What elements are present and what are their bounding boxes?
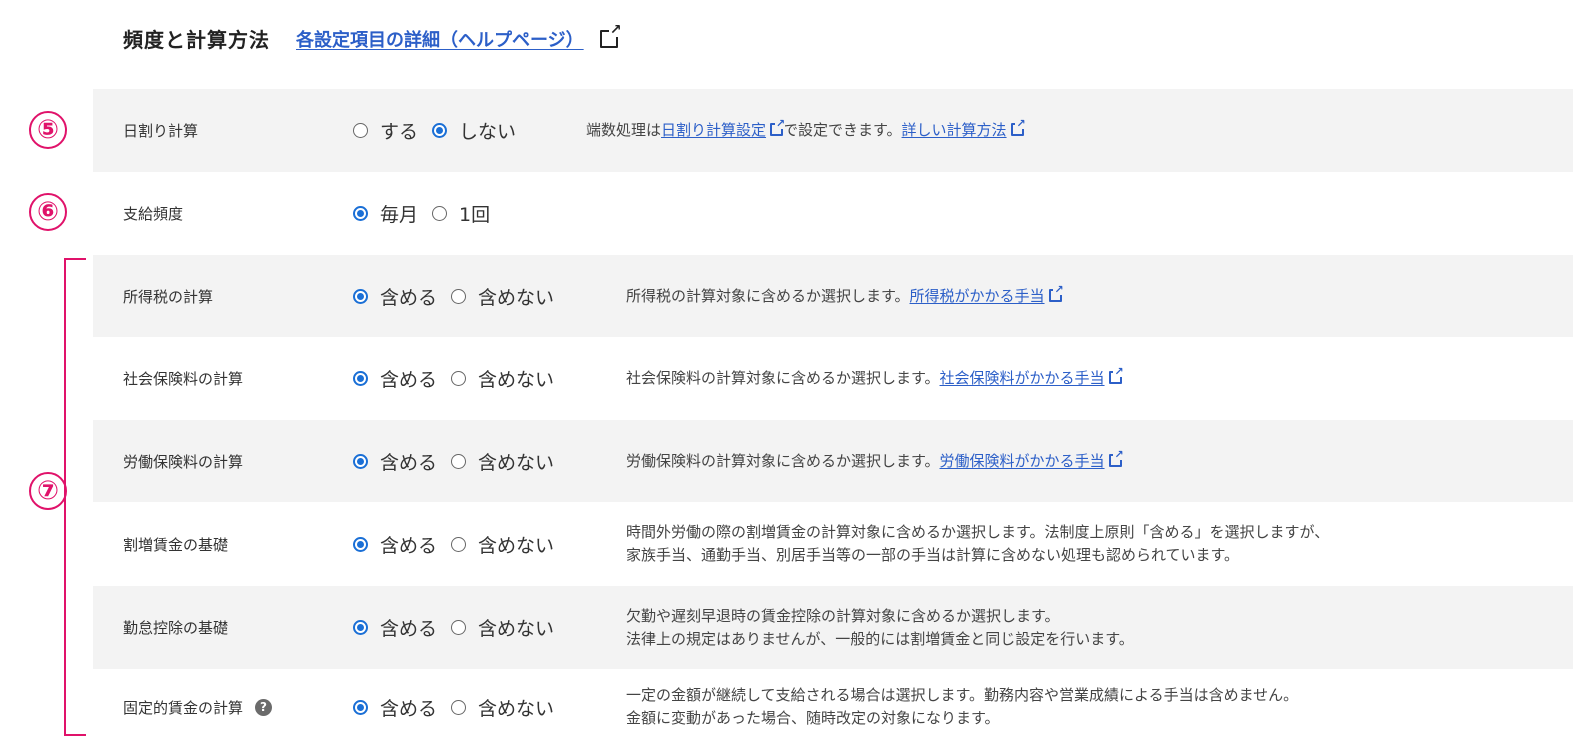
radio-option-include[interactable]: 含める [353, 531, 437, 558]
radio-button[interactable] [451, 620, 467, 635]
radio-button-selected[interactable] [353, 620, 368, 635]
row-description: 一定の金額が継続して支給される場合は選択します。勤務内容や営業成績による手当は含… [626, 686, 1299, 727]
setting-row-social-insurance: 社会保険料の計算 含める 含めない 社会保険料の計算対象に含めるか選択します。社… [93, 337, 1573, 420]
setting-row-payment-frequency: 支給頻度 毎月 1回 [93, 172, 1573, 255]
radio-option-monthly[interactable]: 毎月 [353, 200, 418, 227]
radio-button[interactable] [451, 453, 467, 469]
radio-option-include[interactable]: 含める [353, 365, 437, 392]
section-header: 頻度と計算方法 各設定項目の詳細（ヘルプページ） [123, 22, 622, 53]
row-label: 固定的賃金の計算? [123, 697, 273, 718]
radio-option-exclude[interactable]: 含めない [451, 365, 554, 392]
calculation-method-link[interactable]: 詳しい計算方法 [902, 121, 1007, 139]
external-link-icon[interactable] [1108, 448, 1124, 467]
radio-button-selected[interactable] [353, 453, 368, 469]
radio-button[interactable] [451, 288, 467, 304]
income-tax-allowance-link[interactable]: 所得税がかかる手当 [910, 287, 1045, 305]
setting-row-fixed-wage: 固定的賃金の計算? 含める 含めない 一定の金額が継続して支給される場合は選択し… [93, 669, 1573, 745]
radio-option-exclude[interactable]: 含めない [451, 531, 554, 558]
section-title: 頻度と計算方法 [123, 28, 270, 52]
radio-button[interactable] [451, 371, 467, 386]
external-link-icon[interactable] [1048, 283, 1064, 302]
row-description: 労働保険料の計算対象に含めるか選択します。労働保険料がかかる手当 [626, 448, 1124, 473]
social-insurance-allowance-link[interactable]: 社会保険料がかかる手当 [940, 369, 1105, 387]
labor-insurance-allowance-link[interactable]: 労働保険料がかかる手当 [940, 452, 1105, 470]
radio-option-include[interactable]: 含める [353, 694, 437, 721]
setting-row-income-tax: 所得税の計算 含める 含めない 所得税の計算対象に含めるか選択します。所得税がか… [93, 255, 1573, 337]
setting-row-daily-proration: 日割り計算 する しない 端数処理は日割り計算設定で設定できます。詳しい計算方法 [93, 89, 1573, 172]
setting-row-overtime-base: 割増賃金の基礎 含める 含めない 時間外労働の際の割増賃金の計算対象に含めるか選… [93, 502, 1573, 586]
radio-button-selected[interactable] [353, 206, 368, 221]
row-label: 社会保険料の計算 [123, 370, 244, 388]
setting-row-labor-insurance: 労働保険料の計算 含める 含めない 労働保険料の計算対象に含めるか選択します。労… [93, 420, 1573, 502]
daily-proration-settings-link[interactable]: 日割り計算設定 [661, 121, 766, 139]
row-description: 社会保険料の計算対象に含めるか選択します。社会保険料がかかる手当 [626, 366, 1124, 390]
radio-group: する しない [353, 117, 530, 144]
row-label: 所得税の計算 [123, 287, 214, 306]
annotation-bracket [64, 258, 86, 736]
radio-option-include[interactable]: 含める [353, 448, 437, 475]
external-link-icon[interactable] [1010, 118, 1026, 136]
radio-button-selected[interactable] [353, 288, 368, 304]
radio-button[interactable] [353, 123, 368, 138]
row-label: 支給頻度 [123, 205, 184, 223]
radio-group: 含める 含めない [353, 365, 568, 392]
row-label: 日割り計算 [123, 122, 199, 140]
annotation-badge-7: ⑦ [29, 472, 67, 510]
external-link-icon[interactable] [599, 22, 622, 48]
radio-group: 含める 含めない [353, 448, 568, 475]
help-page-link[interactable]: 各設定項目の詳細（ヘルプページ） [296, 26, 584, 52]
radio-option-exclude[interactable]: 含めない [451, 694, 554, 721]
row-label: 労働保険料の計算 [123, 452, 244, 471]
row-description: 欠勤や遅刻早退時の賃金控除の計算対象に含めるか選択します。 法律上の規定はありま… [626, 606, 1134, 648]
radio-option-include[interactable]: 含める [353, 614, 437, 641]
radio-group: 毎月 1回 [353, 200, 504, 227]
external-link-icon[interactable] [770, 118, 786, 136]
external-link-icon[interactable] [1108, 366, 1124, 384]
radio-button[interactable] [432, 206, 448, 221]
radio-button[interactable] [451, 699, 467, 715]
radio-group: 含める 含めない [353, 614, 568, 641]
radio-option-exclude[interactable]: 含めない [451, 614, 554, 641]
row-description: 端数処理は日割り計算設定で設定できます。詳しい計算方法 [586, 118, 1026, 142]
radio-group: 含める 含めない [353, 694, 568, 721]
help-icon[interactable]: ? [255, 698, 273, 716]
radio-button-selected[interactable] [432, 123, 448, 138]
row-description: 所得税の計算対象に含めるか選択します。所得税がかかる手当 [626, 283, 1064, 308]
radio-group: 含める 含めない [353, 283, 568, 310]
annotation-badge-5: ⑤ [29, 111, 67, 149]
radio-option-yes[interactable]: する [353, 117, 418, 144]
radio-option-exclude[interactable]: 含めない [451, 283, 554, 310]
row-label: 割増賃金の基礎 [123, 535, 229, 554]
radio-button-selected[interactable] [353, 536, 368, 552]
radio-group: 含める 含めない [353, 531, 568, 558]
row-label: 勤怠控除の基礎 [123, 619, 229, 637]
radio-option-once[interactable]: 1回 [432, 200, 490, 227]
row-description: 時間外労働の際の割増賃金の計算対象に含めるか選択します。法制度上原則「含める」を… [626, 523, 1330, 564]
radio-option-no[interactable]: しない [432, 117, 516, 144]
setting-row-attendance-deduction: 勤怠控除の基礎 含める 含めない 欠勤や遅刻早退時の賃金控除の計算対象に含めるか… [93, 586, 1573, 669]
radio-button-selected[interactable] [353, 699, 368, 715]
radio-button[interactable] [451, 536, 467, 552]
annotation-badge-6: ⑥ [29, 193, 67, 231]
radio-option-include[interactable]: 含める [353, 283, 437, 310]
radio-option-exclude[interactable]: 含めない [451, 448, 554, 475]
radio-button-selected[interactable] [353, 371, 368, 386]
